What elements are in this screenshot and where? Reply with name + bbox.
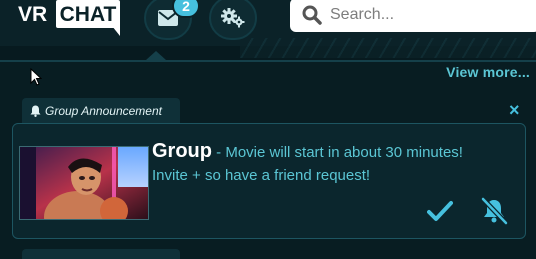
notification-card: Group - Movie will start in about 30 min… <box>12 123 526 239</box>
logo-text-chat: CHAT <box>56 0 120 28</box>
view-more-link[interactable]: View more... <box>446 64 530 80</box>
bell-slash-icon[interactable] <box>479 197 509 225</box>
message-line-2: Invite + so have a friend request! <box>152 167 371 184</box>
next-notification-tab <box>22 249 180 259</box>
logo-text-vr: VR <box>18 3 48 26</box>
message-line-1: Movie will start in about 30 minutes! <box>225 144 463 161</box>
tab-group-announcement[interactable]: Group Announcement <box>22 98 180 124</box>
bell-icon <box>30 105 41 117</box>
gears-icon <box>221 8 245 28</box>
decorative-stripes <box>240 38 536 58</box>
logo-speech-tail <box>112 26 120 36</box>
close-notification-button[interactable]: × <box>509 100 520 121</box>
title-separator: - <box>212 144 226 161</box>
settings-button[interactable] <box>209 0 257 40</box>
vrchat-logo[interactable]: VR CHAT <box>18 0 120 36</box>
mouse-cursor-icon <box>30 68 42 86</box>
group-thumbnail <box>19 146 149 220</box>
tab-label: Group Announcement <box>45 104 162 118</box>
search-bar[interactable] <box>290 0 536 32</box>
panel-pointer <box>146 51 166 60</box>
search-icon <box>302 5 322 25</box>
group-name[interactable]: Group <box>152 140 212 162</box>
notification-title: Group - Movie will start in about 30 min… <box>152 140 463 163</box>
check-icon[interactable] <box>427 200 453 222</box>
search-input[interactable] <box>328 5 532 25</box>
